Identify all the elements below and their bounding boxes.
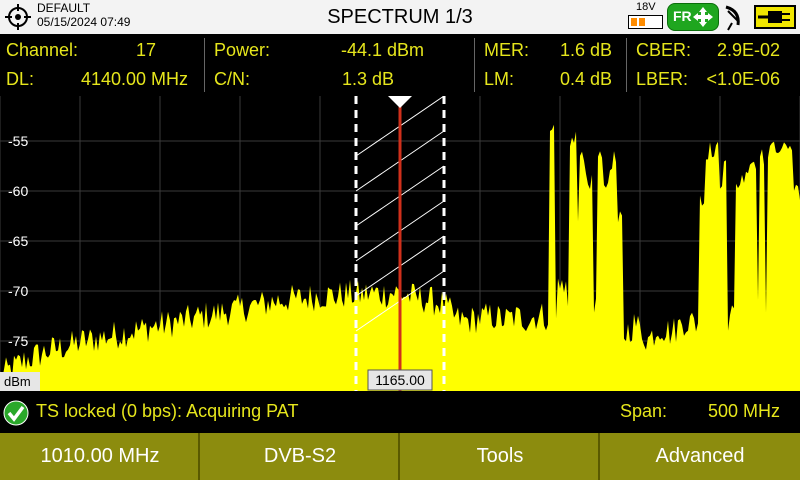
lm-label: LM: <box>484 69 515 89</box>
lock-status-text: TS locked (0 bps): Acquiring PAT <box>36 401 299 421</box>
dl-label: DL: <box>6 69 35 89</box>
mer-label: MER: <box>484 40 529 60</box>
dl-frequency: 4140.00 MHz <box>80 69 188 89</box>
frequency-softkey[interactable]: 1010.00 MHz <box>0 433 200 480</box>
power-plug-icon <box>754 5 796 29</box>
fr-badge-label: FR <box>673 8 692 24</box>
lber-label: LBER: <box>636 69 689 89</box>
spectrum-plot[interactable]: -55 -60 -65 -70 -75 dBm 1165.00 <box>0 96 800 391</box>
power-label: Power: <box>214 40 271 60</box>
advanced-softkey[interactable]: Advanced <box>600 433 800 480</box>
center-frequency-label: 1165.00 <box>375 372 425 388</box>
cn-label: C/N: <box>214 69 250 89</box>
measurement-panel: Channel: 17 DL: 4140.00 MHz Power: -44.1… <box>0 34 800 96</box>
lber-value: <1.0E-06 <box>706 69 780 89</box>
softkey-bar: 1010.00 MHz DVB-S2 Tools Advanced <box>0 433 800 480</box>
divider <box>204 38 205 92</box>
y-tick-label: -70 <box>8 283 28 299</box>
battery-voltage: 18V <box>636 1 656 13</box>
mer-value: 1.6 dB <box>559 40 612 60</box>
standard-softkey[interactable]: DVB-S2 <box>200 433 400 480</box>
fr-navigation-button[interactable]: FR <box>667 3 719 31</box>
status-bar: TS locked (0 bps): Acquiring PAT Span: 5… <box>0 392 800 432</box>
cber-value: 2.9E-02 <box>716 40 780 60</box>
span-value: 500 MHz <box>707 401 780 421</box>
checkmark-icon <box>3 400 29 426</box>
channel-label: Channel: <box>6 40 79 60</box>
lm-value: 0.4 dB <box>559 69 612 89</box>
satellite-dish-icon <box>725 5 740 31</box>
y-tick-label: -55 <box>8 133 28 149</box>
fr-navigation-icon <box>693 7 713 27</box>
y-tick-label: -75 <box>8 333 28 349</box>
divider <box>474 38 475 92</box>
power-value: -44.1 dBm <box>340 40 424 60</box>
cn-value: 1.3 dB <box>341 69 394 89</box>
span-label: Span: <box>620 401 668 421</box>
header-bar: DEFAULT 05/15/2024 07:49 SPECTRUM 1/3 18… <box>0 0 800 34</box>
y-tick-label: -60 <box>8 183 28 199</box>
y-tick-label: -65 <box>8 233 28 249</box>
y-axis-unit-label: dBm <box>4 374 31 389</box>
battery-icon <box>628 15 663 29</box>
divider <box>626 38 627 92</box>
channel-value: 17 <box>135 40 156 60</box>
tools-softkey[interactable]: Tools <box>400 433 600 480</box>
cber-label: CBER: <box>636 40 692 60</box>
